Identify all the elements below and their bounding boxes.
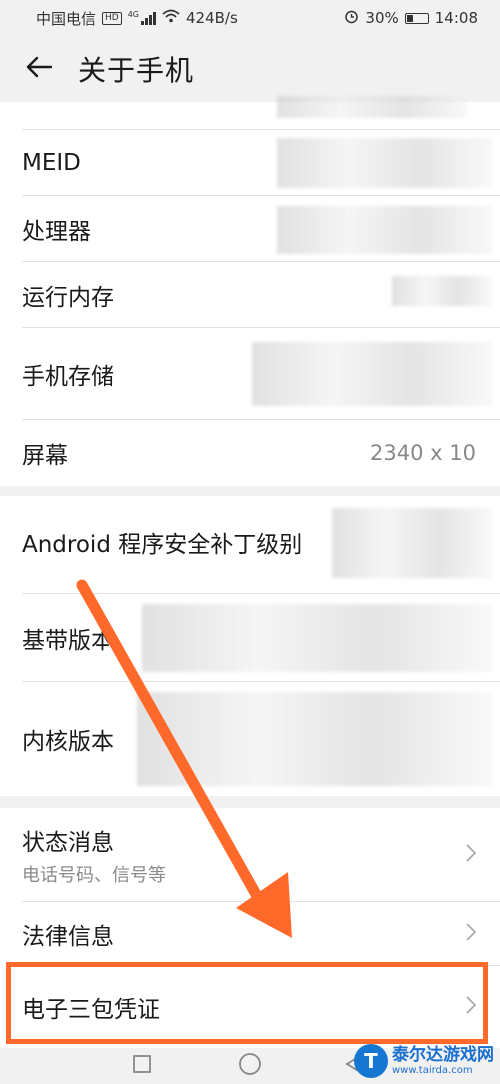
redacted-value bbox=[277, 96, 467, 118]
list-item-warranty[interactable]: 电子三包凭证 bbox=[22, 966, 500, 1048]
status-label: 状态消息 bbox=[22, 829, 114, 856]
list-item-partial bbox=[22, 96, 500, 130]
meid-label: MEID bbox=[22, 149, 81, 176]
redacted-value bbox=[137, 692, 492, 786]
list-item-legal[interactable]: 法律信息 bbox=[22, 902, 500, 966]
watermark-url: www.tairda.com bbox=[392, 1064, 473, 1076]
list-item-meid: MEID bbox=[22, 130, 500, 196]
chevron-right-icon bbox=[466, 843, 477, 866]
status-left: 中国电信 HD 4G 424B/s bbox=[36, 8, 238, 29]
device-info-card: MEID 处理器 运行内存 手机存储 屏幕 2340 x 10 bbox=[0, 96, 500, 486]
signal-icon: 4G bbox=[127, 10, 157, 25]
status-bar: 中国电信 HD 4G 424B/s 30% 14:08 bbox=[0, 0, 500, 36]
screen-label: 屏幕 bbox=[22, 443, 68, 469]
wifi-icon bbox=[162, 9, 180, 27]
home-button[interactable] bbox=[238, 1052, 262, 1080]
list-item-storage: 手机存储 bbox=[22, 328, 500, 420]
network-speed: 424B/s bbox=[186, 9, 238, 27]
list-item-kernel: 内核版本 bbox=[22, 682, 500, 796]
security-patch-label: Android 程序安全补丁级别 bbox=[22, 531, 303, 558]
watermark-logo-icon: T bbox=[354, 1044, 388, 1078]
redacted-value bbox=[142, 604, 492, 672]
kernel-label: 内核版本 bbox=[22, 729, 114, 755]
redacted-value bbox=[332, 508, 492, 578]
version-info-card: Android 程序安全补丁级别 基带版本 内核版本 bbox=[0, 496, 500, 796]
screen-value: 2340 x 10 bbox=[370, 441, 476, 465]
processor-label: 处理器 bbox=[22, 218, 91, 245]
list-item-security-patch: Android 程序安全补丁级别 bbox=[22, 496, 500, 594]
back-button[interactable] bbox=[0, 55, 78, 83]
battery-percent: 30% bbox=[365, 9, 399, 27]
status-right: 30% 14:08 bbox=[344, 9, 478, 28]
ram-label: 运行内存 bbox=[22, 284, 114, 311]
back-arrow-icon bbox=[25, 55, 53, 83]
alarm-icon bbox=[344, 9, 359, 28]
watermark-name: 泰尔达游戏网 bbox=[392, 1045, 494, 1066]
status-sublabel: 电话号码、信号等 bbox=[22, 864, 166, 886]
redacted-value bbox=[252, 342, 492, 406]
watermark: T 泰尔达游戏网 www.tairda.com bbox=[354, 1044, 494, 1078]
list-item-status[interactable]: 状态消息 电话号码、信号等 bbox=[22, 808, 500, 902]
baseband-label: 基带版本 bbox=[22, 627, 114, 654]
storage-label: 手机存储 bbox=[22, 363, 114, 390]
list-item-ram: 运行内存 bbox=[22, 262, 500, 328]
battery-icon bbox=[404, 12, 429, 24]
redacted-value bbox=[277, 206, 492, 254]
chevron-right-icon bbox=[466, 996, 477, 1018]
hd-badge: HD bbox=[102, 11, 122, 25]
warranty-label: 电子三包凭证 bbox=[22, 997, 160, 1023]
more-info-card: 状态消息 电话号码、信号等 法律信息 电子三包凭证 bbox=[0, 808, 500, 1048]
app-header: 关于手机 bbox=[0, 36, 500, 102]
list-item-processor: 处理器 bbox=[22, 196, 500, 262]
redacted-value bbox=[392, 276, 492, 306]
page-title: 关于手机 bbox=[78, 54, 195, 87]
redacted-value bbox=[277, 138, 492, 188]
carrier-name: 中国电信 bbox=[36, 9, 97, 28]
legal-label: 法律信息 bbox=[22, 923, 114, 950]
network-type: 4G bbox=[127, 10, 140, 19]
list-item-screen: 屏幕 2340 x 10 bbox=[22, 420, 500, 486]
clock: 14:08 bbox=[434, 9, 478, 27]
list-item-baseband: 基带版本 bbox=[22, 594, 500, 682]
recent-apps-button[interactable] bbox=[132, 1054, 152, 1078]
chevron-right-icon bbox=[466, 922, 477, 945]
